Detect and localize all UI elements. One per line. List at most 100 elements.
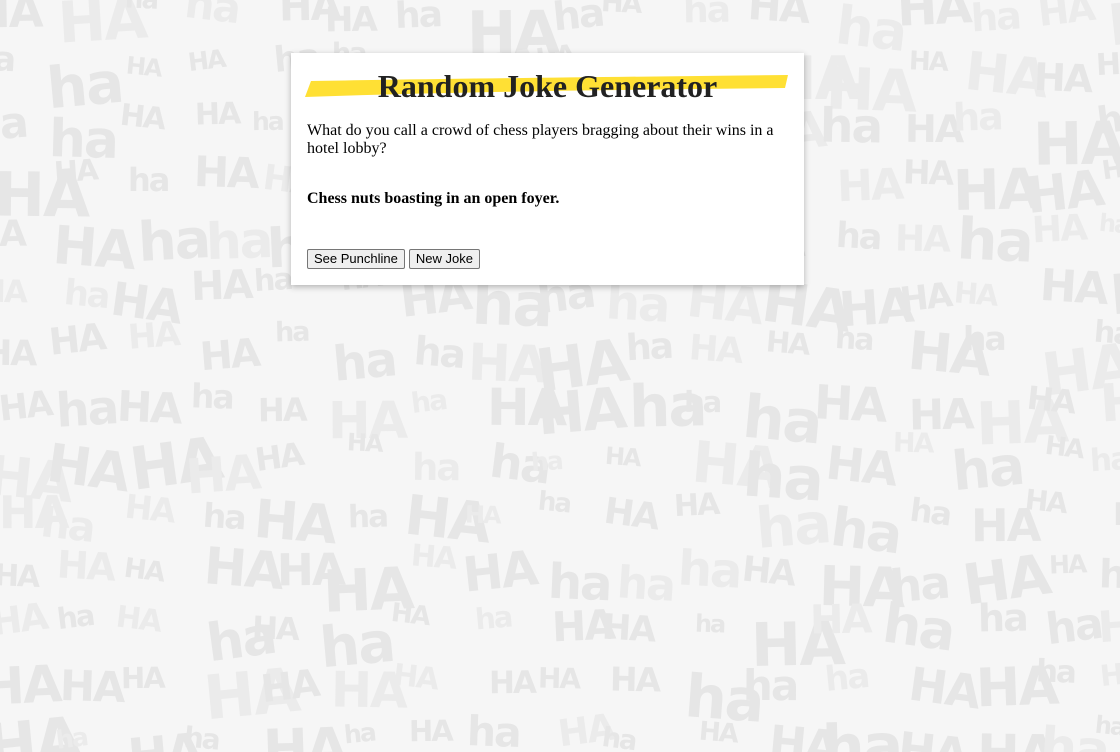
background-ha-text: ha [466,707,521,752]
background-ha-text: HA [257,390,306,430]
background-ha-text: HA [812,375,888,434]
background-ha-text: ha [529,445,563,477]
background-ha-text: HA [0,557,39,595]
background-ha-text: ha [330,331,398,394]
background-ha-text: HA [600,607,656,651]
background-ha-text: HA [46,315,107,365]
page-title: Random Joke Generator [377,68,718,104]
background-ha-text: ha [473,599,513,637]
background-ha-text: HA [118,98,167,138]
background-ha-text: HA [190,261,253,311]
background-ha-text: HA [1096,599,1120,654]
background-ha-text: HA [1024,378,1077,421]
background-ha-text: ha [182,720,221,752]
background-ha-text: ha [834,320,874,358]
background-ha-text: HA [609,659,660,700]
background-ha-text: ha [1094,94,1120,143]
background-ha-text: ha [550,0,606,41]
background-ha-text: HA [897,275,953,322]
background-ha-text: ha [190,376,234,417]
background-ha-text: ha [684,385,721,420]
background-ha-text: HA [740,549,797,595]
background-ha-text: HA [389,598,431,633]
background-ha-text: HA [258,661,321,712]
background-ha-text: ha [274,316,309,349]
background-ha-text: HA [0,213,26,256]
background-ha-text: HA [1023,482,1069,521]
background-ha-text: HA [894,218,950,261]
background-ha-text: HA [201,537,285,603]
background-ha-text: HA [410,538,458,578]
background-ha-text: HA [809,596,872,644]
background-ha-text: HA [534,375,628,449]
background-ha-text: ha [393,0,442,38]
background-ha-text: ha [54,379,120,439]
background-ha-text: ha [0,37,16,81]
background-ha-text: ha [1089,440,1120,479]
background-ha-text: HA [198,331,261,381]
background-ha-text: ha [342,717,377,750]
background-ha-text: ha [819,98,882,155]
see-punchline-button[interactable]: See Punchline [307,249,405,269]
background-ha-text: HA [0,0,43,39]
background-ha-text: HA [391,658,440,698]
background-ha-text: HA [252,435,305,480]
background-ha-text: HA [1098,654,1120,693]
background-ha-text: HA [952,275,998,313]
background-ha-text: ha [201,495,247,538]
background-ha-text: HA [345,428,382,458]
background-ha-text: HA [113,598,163,640]
background-ha-text: ha [682,0,730,32]
background-ha-text: HA [1042,430,1085,466]
background-ha-text: ha [124,0,157,15]
joke-card: Random Joke Generator What do you call a… [291,53,804,285]
background-ha-text: HA [0,333,36,375]
background-ha-text: HA [122,553,166,589]
background-ha-text: ha [55,597,96,636]
background-ha-text: HA [1098,369,1120,436]
background-ha-text: HA [126,314,180,358]
background-ha-text: ha [878,591,958,664]
background-ha-text: HA [1033,54,1093,102]
background-ha-text: ha [182,0,243,34]
background-ha-text: HA [460,540,540,605]
background-ha-text: ha [676,540,742,600]
background-ha-text: HA [604,442,641,473]
background-ha-text: ha [743,660,798,710]
background-ha-text: HA [601,491,661,539]
background-ha-text: HA [192,147,259,199]
background-ha-text: ha [949,434,1026,504]
joke-setup: What do you call a crowd of chess player… [307,122,774,157]
background-ha-text: HA [687,328,744,373]
background-ha-text: ha [1092,314,1120,353]
background-ha-text: HA [186,43,227,77]
background-ha-text: ha [963,319,1006,359]
background-ha-text: ha [1098,552,1120,599]
background-ha-text: HA [464,500,501,530]
background-ha-text: ha [54,722,89,752]
background-ha-text: HA [324,0,377,41]
background-ha-text: ha [409,383,449,421]
background-ha-text: ha [614,556,676,612]
background-ha-text: HA [892,427,933,460]
background-ha-text: HA [116,381,183,434]
background-ha-text: HA [1030,207,1087,252]
background-ha-text: ha [969,0,1021,41]
background-ha-text: ha [977,595,1028,641]
background-ha-text: HA [0,273,27,311]
background-ha-text: HA [905,656,983,720]
background-ha-text: HA [895,0,972,39]
background-ha-text: ha [907,490,953,534]
background-ha-text: ha [412,329,466,379]
background-ha-text: ha [599,721,638,752]
background-ha-text: ha [694,609,725,639]
background-ha-text: HA [120,660,164,696]
background-ha-text: ha [624,326,673,370]
background-ha-text: ha [835,216,883,259]
new-joke-button[interactable]: New Joke [408,249,480,269]
background-ha-text: ha [1035,652,1077,691]
background-ha-text: ha [1043,598,1105,656]
background-ha-text: ha [251,106,283,137]
background-ha-text: HA [672,486,719,524]
background-ha-text: HA [908,46,948,78]
